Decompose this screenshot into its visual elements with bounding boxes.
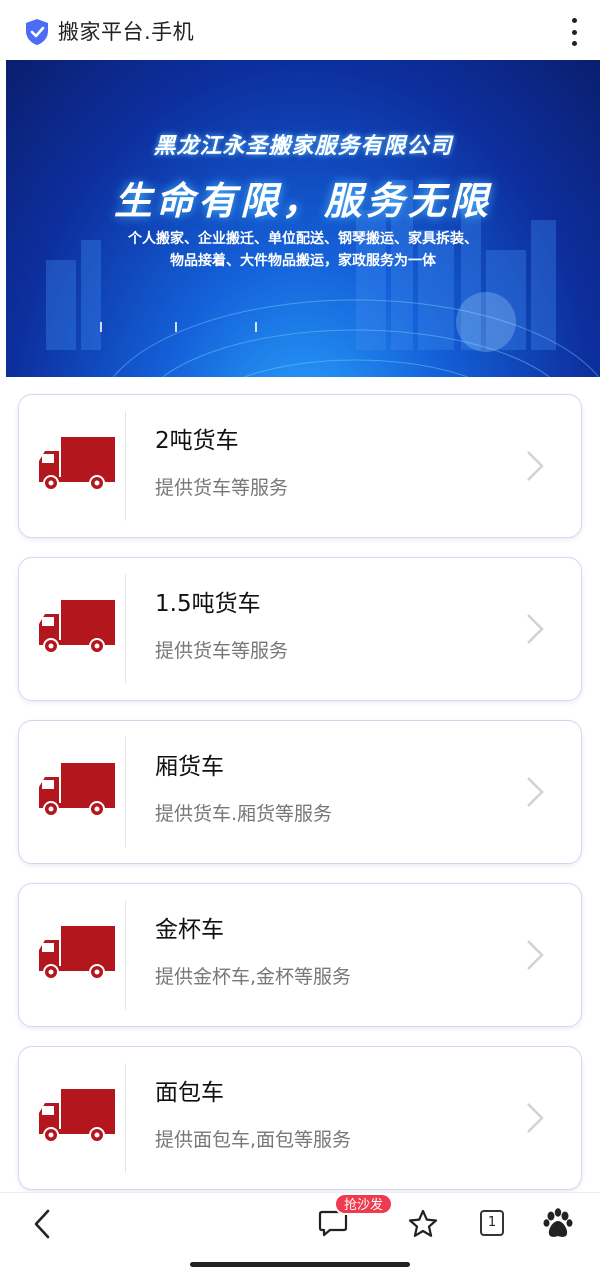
browser-top-bar: 搬家平台.手机 <box>0 0 600 60</box>
service-card-jinbei-van[interactable]: 金杯车 提供金杯车,金杯等服务 <box>18 883 582 1027</box>
truck-icon <box>39 763 115 817</box>
banner-services-line-1: 个人搬家、企业搬迁、单位配送、钢琴搬运、家具拆装、 <box>128 231 478 247</box>
service-desc: 提供金杯车,金杯等服务 <box>155 966 352 988</box>
truck-icon <box>39 600 115 654</box>
hero-banner: 黑龙江永圣搬家服务有限公司 生命有限，服务无限 个人搬家、企业搬迁、单位配送、钢… <box>6 60 600 377</box>
chevron-right-icon <box>527 777 544 807</box>
service-card-minivan[interactable]: 面包车 提供面包车,面包等服务 <box>18 1046 582 1190</box>
service-desc: 提供货车等服务 <box>155 640 289 662</box>
page-title: 搬家平台.手机 <box>58 20 195 44</box>
baidu-paw-icon[interactable] <box>543 1207 573 1239</box>
tab-count-button[interactable]: 1 <box>480 1210 504 1236</box>
truck-icon <box>39 437 115 491</box>
service-name: 1.5吨货车 <box>155 591 261 617</box>
service-name: 面包车 <box>155 1080 224 1106</box>
truck-icon <box>39 1089 115 1143</box>
chevron-right-icon <box>527 1103 544 1133</box>
back-arrow-icon[interactable] <box>30 1207 54 1241</box>
service-desc: 提供货车.厢货等服务 <box>155 803 333 825</box>
service-name: 2吨货车 <box>155 428 239 454</box>
banner-services-line-2: 物品接着、大件物品搬运，家政服务为一体 <box>170 253 436 269</box>
more-menu-icon[interactable] <box>570 18 578 46</box>
shield-check-icon <box>26 19 48 45</box>
service-card-box-truck[interactable]: 厢货车 提供货车.厢货等服务 <box>18 720 582 864</box>
service-name: 金杯车 <box>155 917 224 943</box>
chevron-right-icon <box>527 940 544 970</box>
chevron-right-icon <box>527 451 544 481</box>
service-card-1-5t-truck[interactable]: 1.5吨货车 提供货车等服务 <box>18 557 582 701</box>
service-desc: 提供货车等服务 <box>155 477 289 499</box>
service-name: 厢货车 <box>155 754 224 780</box>
star-icon[interactable] <box>408 1209 438 1239</box>
banner-slogan: 生命有限，服务无限 <box>113 179 492 223</box>
service-card-2t-truck[interactable]: 2吨货车 提供货车等服务 <box>18 394 582 538</box>
home-indicator <box>190 1262 410 1267</box>
service-desc: 提供面包车,面包等服务 <box>155 1129 352 1151</box>
banner-company-name: 黑龙江永圣搬家服务有限公司 <box>153 134 453 159</box>
comment-badge: 抢沙发 <box>334 1193 394 1215</box>
chevron-right-icon <box>527 614 544 644</box>
truck-icon <box>39 926 115 980</box>
